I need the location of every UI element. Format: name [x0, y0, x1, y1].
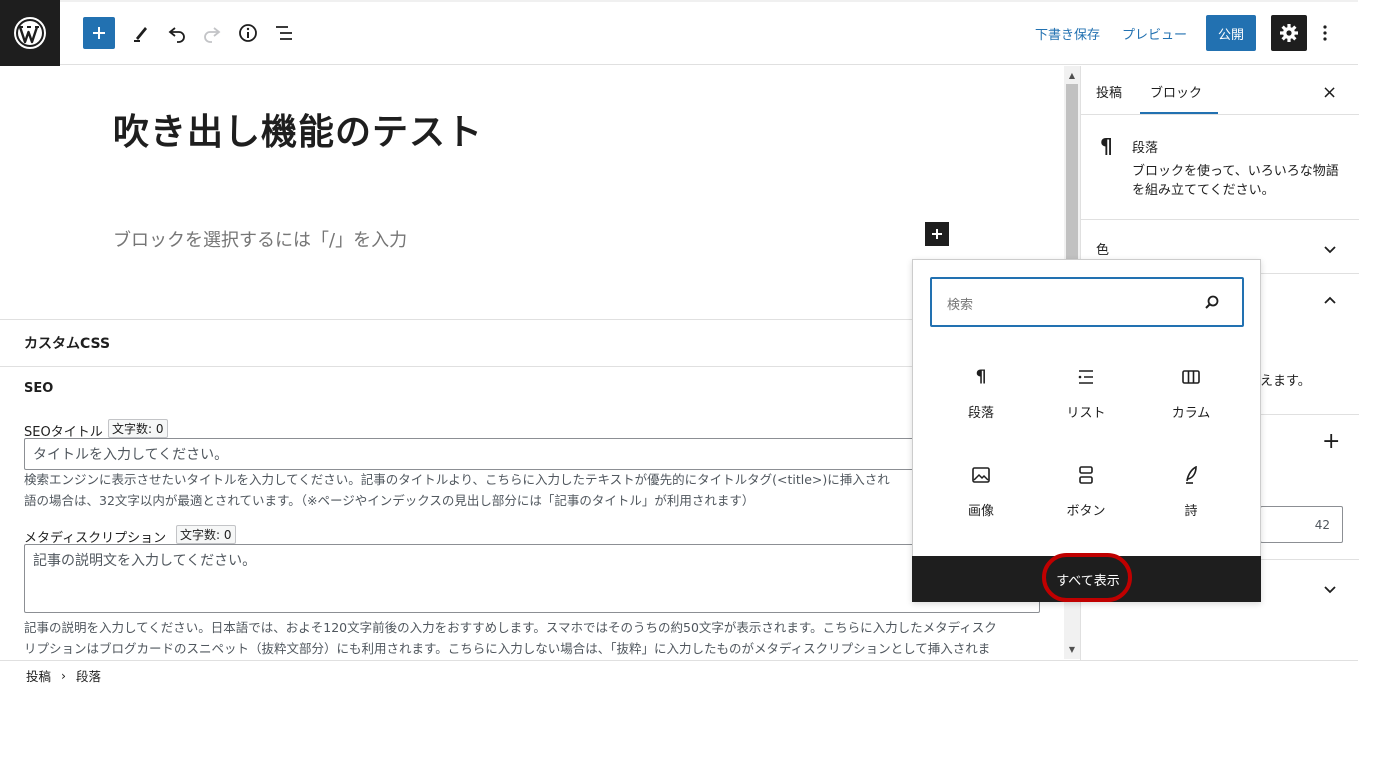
add-option-plus-icon[interactable]: + — [1322, 429, 1340, 454]
meta-description-char-count: 文字数: 0 — [176, 525, 236, 544]
block-card-title: 段落 — [1132, 141, 1159, 156]
search-icon — [1204, 294, 1220, 310]
seo-title-placeholder: タイトルを入力してください。 — [33, 447, 229, 463]
typography-panel-text: えます。 — [1260, 374, 1311, 389]
tab-post[interactable]: 投稿 — [1096, 82, 1122, 101]
seo-title-help-line-2: 語の場合は、32文字以内が最適とされています。（※ページやインデックスの見出し部… — [24, 493, 755, 508]
divider — [1081, 219, 1359, 220]
editor-scrollbar-thumb[interactable] — [1066, 84, 1078, 284]
more-options-button[interactable] — [1316, 18, 1334, 48]
post-title[interactable]: 吹き出し機能のテスト — [113, 103, 483, 155]
list-view-button[interactable] — [268, 17, 300, 49]
chevron-down-icon[interactable] — [1323, 242, 1337, 256]
redo-button[interactable] — [196, 17, 228, 49]
publish-button[interactable]: 公開 — [1206, 15, 1256, 51]
tools-button[interactable] — [125, 17, 157, 49]
footer-divider — [0, 660, 1358, 661]
block-search-input[interactable] — [930, 277, 1244, 327]
redo-icon — [204, 27, 221, 43]
breadcrumb-item-paragraph[interactable]: 段落 — [76, 666, 101, 685]
breadcrumb: 投稿 › 段落 — [26, 666, 101, 685]
breadcrumb-item-post[interactable]: 投稿 — [26, 666, 51, 685]
divider — [0, 366, 1064, 367]
breadcrumb-separator: › — [61, 668, 67, 683]
paragraph-icon: ¶ — [975, 367, 987, 387]
seo-title-char-count: 文字数: 0 — [108, 419, 168, 438]
annotation-highlight-circle — [1042, 553, 1132, 602]
info-icon — [239, 24, 257, 42]
plus-icon — [93, 27, 105, 39]
more-vertical-icon — [1323, 25, 1327, 41]
inserter-item-verse[interactable]: 詩 — [1141, 464, 1241, 519]
columns-icon — [1141, 366, 1241, 388]
inserter-item-paragraph[interactable]: ¶ 段落 — [931, 366, 1031, 421]
color-panel-title[interactable]: 色 — [1096, 239, 1109, 258]
plus-icon — [932, 229, 942, 239]
block-inserter-toggle-button[interactable] — [83, 17, 115, 49]
save-draft-link[interactable]: 下書き保存 — [1035, 24, 1100, 43]
chevron-down-icon[interactable] — [1323, 582, 1337, 596]
inline-block-inserter-button[interactable] — [925, 222, 949, 246]
image-icon — [931, 464, 1031, 486]
custom-css-panel-title[interactable]: カスタムCSS — [24, 333, 110, 353]
meta-description-textarea[interactable]: 記事の説明文を入力してください。 — [24, 544, 1040, 613]
settings-button[interactable] — [1271, 15, 1307, 51]
buttons-icon — [1036, 464, 1136, 486]
divider — [0, 319, 1064, 320]
block-search-placeholder: 検索 — [947, 298, 974, 313]
paragraph-icon: ¶ — [1100, 134, 1113, 158]
verse-icon — [1141, 464, 1241, 486]
inserter-item-list[interactable]: リスト — [1036, 366, 1136, 421]
inserter-item-buttons[interactable]: ボタン — [1036, 464, 1136, 519]
meta-description-help-line-2: リプションはブログカードのスニペット（抜粋文部分）にも利用されます。こちらに入力… — [24, 641, 991, 656]
seo-title-help-line-1: 検索エンジンに表示させたいタイトルを入力してください。記事のタイトルより、こちら… — [24, 472, 890, 487]
divider — [1081, 114, 1359, 115]
close-sidebar-button[interactable]: × — [1322, 82, 1337, 103]
chevron-up-icon[interactable] — [1323, 294, 1337, 308]
seo-panel-title[interactable]: SEO — [24, 381, 53, 396]
number-input[interactable]: 42 — [1260, 506, 1343, 543]
preview-link[interactable]: プレビュー — [1122, 24, 1187, 43]
gear-icon — [1280, 24, 1298, 42]
inserter-item-image[interactable]: 画像 — [931, 464, 1031, 519]
paragraph-block-placeholder[interactable]: ブロックを選択するには「/」を入力 — [113, 226, 407, 252]
scroll-up-arrow-icon[interactable]: ▲ — [1064, 68, 1080, 82]
details-button[interactable] — [232, 17, 264, 49]
undo-button[interactable] — [161, 17, 193, 49]
list-view-icon — [276, 26, 292, 40]
wordpress-logo-icon[interactable] — [0, 0, 60, 66]
inserter-item-columns[interactable]: カラム — [1141, 366, 1241, 421]
meta-description-help-line-1: 記事の説明を入力してください。日本語では、およそ120文字前後の入力をおすすめし… — [24, 620, 997, 635]
list-icon — [1036, 366, 1136, 388]
scroll-down-arrow-icon[interactable]: ▼ — [1064, 642, 1080, 656]
block-card-description: ブロックを使って、いろいろな物語を組み立ててください。 — [1132, 164, 1339, 198]
pencil-icon — [134, 27, 147, 42]
meta-description-placeholder: 記事の説明文を入力してください。 — [33, 553, 257, 569]
undo-icon — [168, 27, 185, 43]
seo-title-input[interactable]: タイトルを入力してください。 — [24, 438, 1064, 470]
tab-block[interactable]: ブロック — [1150, 82, 1202, 101]
